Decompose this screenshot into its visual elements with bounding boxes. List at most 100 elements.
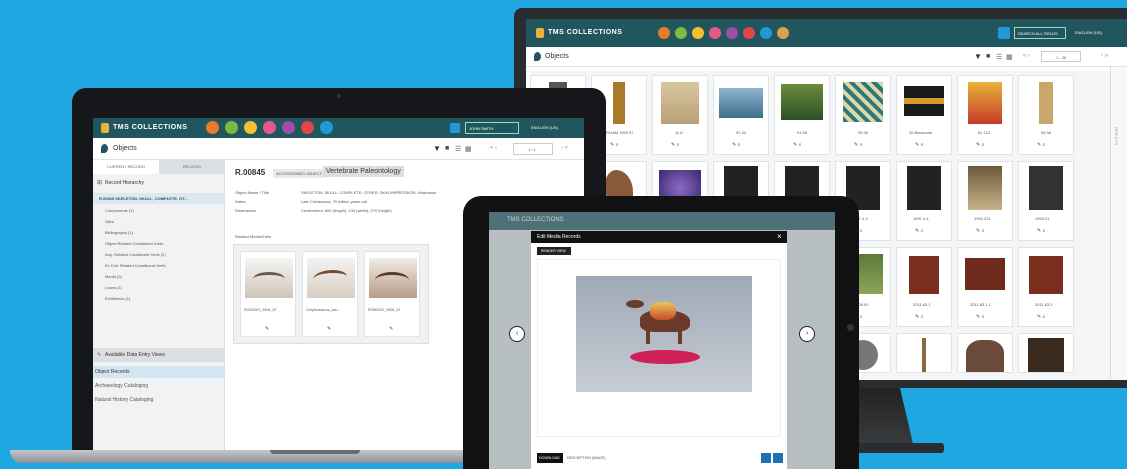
tree-item[interactable]: Media (3) [105, 274, 166, 285]
reports-icon[interactable] [244, 121, 257, 134]
next-media-button[interactable]: › [799, 326, 815, 342]
add-icon[interactable] [225, 121, 238, 134]
object-card[interactable]: 2011.83.1 ✎ ⌕ [896, 247, 952, 327]
next-page-icon[interactable]: › » [561, 145, 568, 151]
media-icon[interactable] [263, 121, 276, 134]
edit-icon[interactable]: ✎ ⌕ [976, 228, 984, 234]
edit-icon[interactable]: ✎ ⌕ [976, 142, 984, 148]
tile-view-icon[interactable]: ▦ [1006, 53, 1013, 61]
edit-icon[interactable]: ✎ ⌕ [1037, 228, 1045, 234]
object-card[interactable] [1018, 333, 1074, 373]
tree-item[interactable]: Exhibitions (1) [105, 296, 166, 307]
render-view-button[interactable]: RENDER VIEW [537, 247, 571, 255]
grid-view-icon[interactable]: ■ [445, 145, 449, 152]
media-icon[interactable] [709, 27, 721, 39]
object-card[interactable]: 09.36 ✎ ⌕ [835, 75, 891, 155]
home-icon[interactable] [206, 121, 219, 134]
home-icon[interactable] [658, 27, 670, 39]
language-menu[interactable]: ENGLISH (US) [1075, 30, 1102, 35]
edit-icon[interactable]: ✎ ⌕ [915, 314, 923, 320]
filter-icon[interactable]: ▼ [433, 144, 441, 153]
object-card[interactable]: 1994.21 ✎ ⌕ [1018, 161, 1074, 241]
tree-item[interactable]: Object Related Constituent Xrefs [105, 241, 166, 252]
tree-item[interactable]: Sites [105, 219, 166, 230]
grid-view-icon[interactable]: ■ [986, 53, 990, 60]
user-select[interactable]: JOHN SMITH [465, 122, 519, 134]
tree-item[interactable]: Bibliography (1) [105, 230, 166, 241]
save-icon[interactable] [761, 453, 771, 463]
media-card[interactable]: ROM2007_9408_22 ✎ [364, 251, 420, 337]
people-icon[interactable] [282, 121, 295, 134]
filter-icon[interactable]: ▼ [974, 52, 982, 61]
edit-icon[interactable]: ✎ ⌕ [671, 142, 679, 148]
language-menu[interactable]: ENGLISH (US) [531, 125, 558, 130]
tree-item[interactable]: Components (1) [105, 208, 166, 219]
tile-view-icon[interactable]: ▦ [465, 145, 472, 153]
edit-icon[interactable]: ✎ ⌕ [854, 142, 862, 148]
pager-input[interactable]: 1 / 1 [513, 143, 553, 155]
object-card[interactable]: 2011.83.2 ✎ ⌕ [1018, 247, 1074, 327]
prev-media-button[interactable]: ‹ [509, 326, 525, 342]
search-icon[interactable] [998, 27, 1010, 39]
tab-current-record[interactable]: CURRENT RECORD [93, 160, 159, 174]
object-image [966, 340, 1004, 372]
object-card[interactable] [896, 333, 952, 373]
edit-icon[interactable]: ✎ ⌕ [732, 142, 740, 148]
app-title: TMS COLLECTIONS [548, 29, 623, 36]
globe-icon[interactable] [760, 27, 772, 39]
objects-icon [101, 144, 108, 153]
edit-icon[interactable]: ✎ ⌕ [793, 142, 801, 148]
download-button[interactable]: DOWNLOAD [537, 453, 563, 463]
exhibit-icon[interactable] [301, 121, 314, 134]
search-field[interactable]: SEARCH ALL FIELDS [1014, 27, 1066, 39]
view-archaeology[interactable]: Archaeology Cataloging [93, 380, 225, 392]
object-card[interactable]: 11.8 ✎ ⌕ [652, 75, 708, 155]
object-card[interactable]: 1997.4.4 ✎ ⌕ [896, 161, 952, 241]
edit-icon[interactable]: ✎ ⌕ [1037, 314, 1045, 320]
edit-icon[interactable]: ✎ [389, 326, 393, 332]
object-card[interactable]: 20 Blossoms ✎ ⌕ [896, 75, 952, 155]
next-page-icon[interactable]: › » [1101, 53, 1108, 59]
reports-icon[interactable] [692, 27, 704, 39]
view-natural-history[interactable]: Natural History Cataloging [93, 394, 225, 406]
prev-page-icon[interactable]: « ‹ [1023, 53, 1030, 59]
list-view-icon[interactable]: ☰ [455, 145, 461, 153]
media-card[interactable]: ROM2007_9406_22 ✎ [240, 251, 296, 337]
tab-related[interactable]: RELATED [159, 160, 225, 174]
object-card[interactable]: 81.122 ✎ ⌕ [957, 75, 1013, 155]
edit-icon[interactable]: ✎ ⌕ [915, 142, 923, 148]
tablet-home-button[interactable] [847, 324, 854, 331]
object-image [968, 82, 1002, 124]
object-card[interactable]: 91.34 ✎ ⌕ [713, 75, 769, 155]
edit-icon[interactable]: ✎ ⌕ [976, 314, 984, 320]
edit-icon[interactable]: ✎ ⌕ [915, 228, 923, 234]
object-card[interactable] [957, 333, 1013, 373]
object-caption: 2011.83.2 [1035, 302, 1053, 307]
object-card[interactable]: 1992.221 ✎ ⌕ [957, 161, 1013, 241]
list-view-icon[interactable]: ☰ [996, 53, 1002, 61]
close-record-icon[interactable] [773, 453, 783, 463]
object-card[interactable]: 06.36 ✎ ⌕ [1018, 75, 1074, 155]
edit-icon[interactable]: ✎ ⌕ [1037, 142, 1045, 148]
tree-root[interactable]: R.00845 SKELETON, SKULL, COMPLETE, OT... [93, 193, 225, 204]
close-icon[interactable]: × [777, 232, 782, 241]
prev-page-icon[interactable]: « ‹ [490, 145, 497, 151]
bg-toolbar: TMS COLLECTIONS [489, 212, 835, 230]
view-object-records[interactable]: Object Records [93, 366, 225, 378]
object-image [661, 82, 699, 124]
tree-item[interactable]: Loans (1) [105, 285, 166, 296]
edit-icon[interactable]: ✎ [327, 326, 331, 332]
search-icon[interactable] [450, 123, 460, 133]
object-card[interactable]: 91.55 ✎ ⌕ [774, 75, 830, 155]
pager-input[interactable]: 1 - 48 [1041, 51, 1081, 62]
media-card[interactable]: Corythosaurus_cas... ✎ [302, 251, 358, 337]
add-icon[interactable] [675, 27, 687, 39]
edit-icon[interactable]: ✎ [265, 326, 269, 332]
globe-icon[interactable] [320, 121, 333, 134]
object-card[interactable]: 2011.83.1.1 ✎ ⌕ [957, 247, 1013, 327]
tree-item[interactable]: Ex Coll. Related Constituent Xrefs [105, 263, 166, 274]
people-icon[interactable] [726, 27, 738, 39]
tree-item[interactable]: Acq. Related Constituent Xrefs (2) [105, 252, 166, 263]
exhibit-icon[interactable] [743, 27, 755, 39]
folder-icon[interactable] [777, 27, 789, 39]
